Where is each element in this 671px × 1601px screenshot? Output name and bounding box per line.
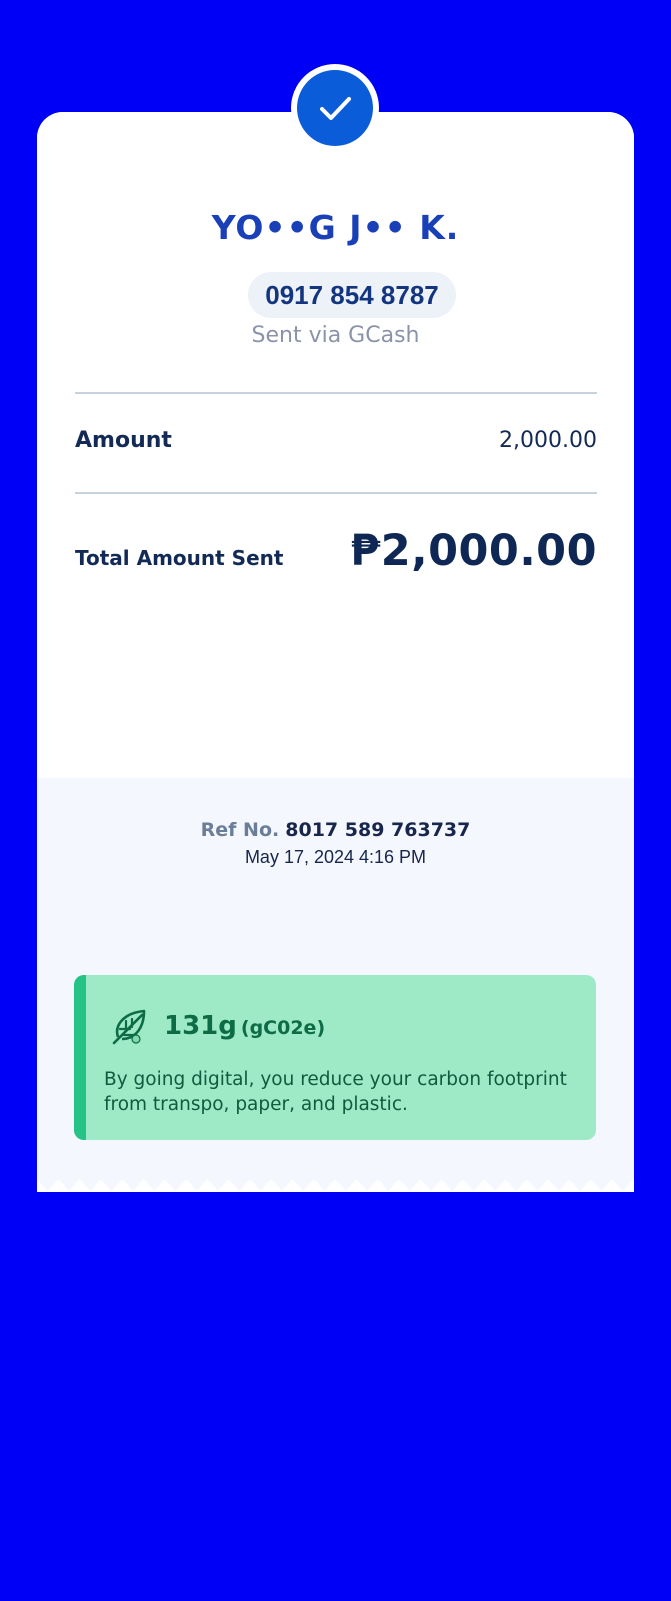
total-amount-value: ₱2,000.00 [350,526,597,576]
reference-number: Ref No. 8017 589 763737 [37,819,634,841]
carbon-amount-value: 131g [164,1011,237,1041]
divider [75,392,597,394]
carbon-saved-amount: 131g (gC02e) [164,1011,325,1041]
carbon-footprint-card: 131g (gC02e) By going digital, you reduce… [74,975,596,1140]
leaf-icon [112,1009,146,1045]
amount-value: 2,000.00 [499,428,597,453]
receipt-torn-edge [37,1179,634,1191]
sent-via-label: Sent via GCash [251,323,420,348]
recipient-phone-number: 0917 854 8787 [248,272,456,318]
transaction-date: May 17, 2024 4:16 PM [244,847,427,867]
ref-value: 8017 589 763737 [285,819,471,841]
check-icon [320,97,351,120]
receipt-card: YO••G J•• K. 0917 854 8787 Sent via GCas… [37,112,634,1192]
success-badge [291,64,379,152]
total-amount-label: Total Amount Sent [75,546,284,570]
divider [75,492,597,494]
eco-card-accent-stripe [74,975,86,1140]
carbon-footprint-message: By going digital, you reduce your carbon… [104,1069,567,1115]
recipient-name: YO••G J•• K. [211,208,460,247]
carbon-amount-unit: (gC02e) [240,1017,326,1039]
amount-label: Amount [75,428,172,453]
ref-label: Ref No. [200,819,280,841]
success-badge-circle [297,70,373,146]
